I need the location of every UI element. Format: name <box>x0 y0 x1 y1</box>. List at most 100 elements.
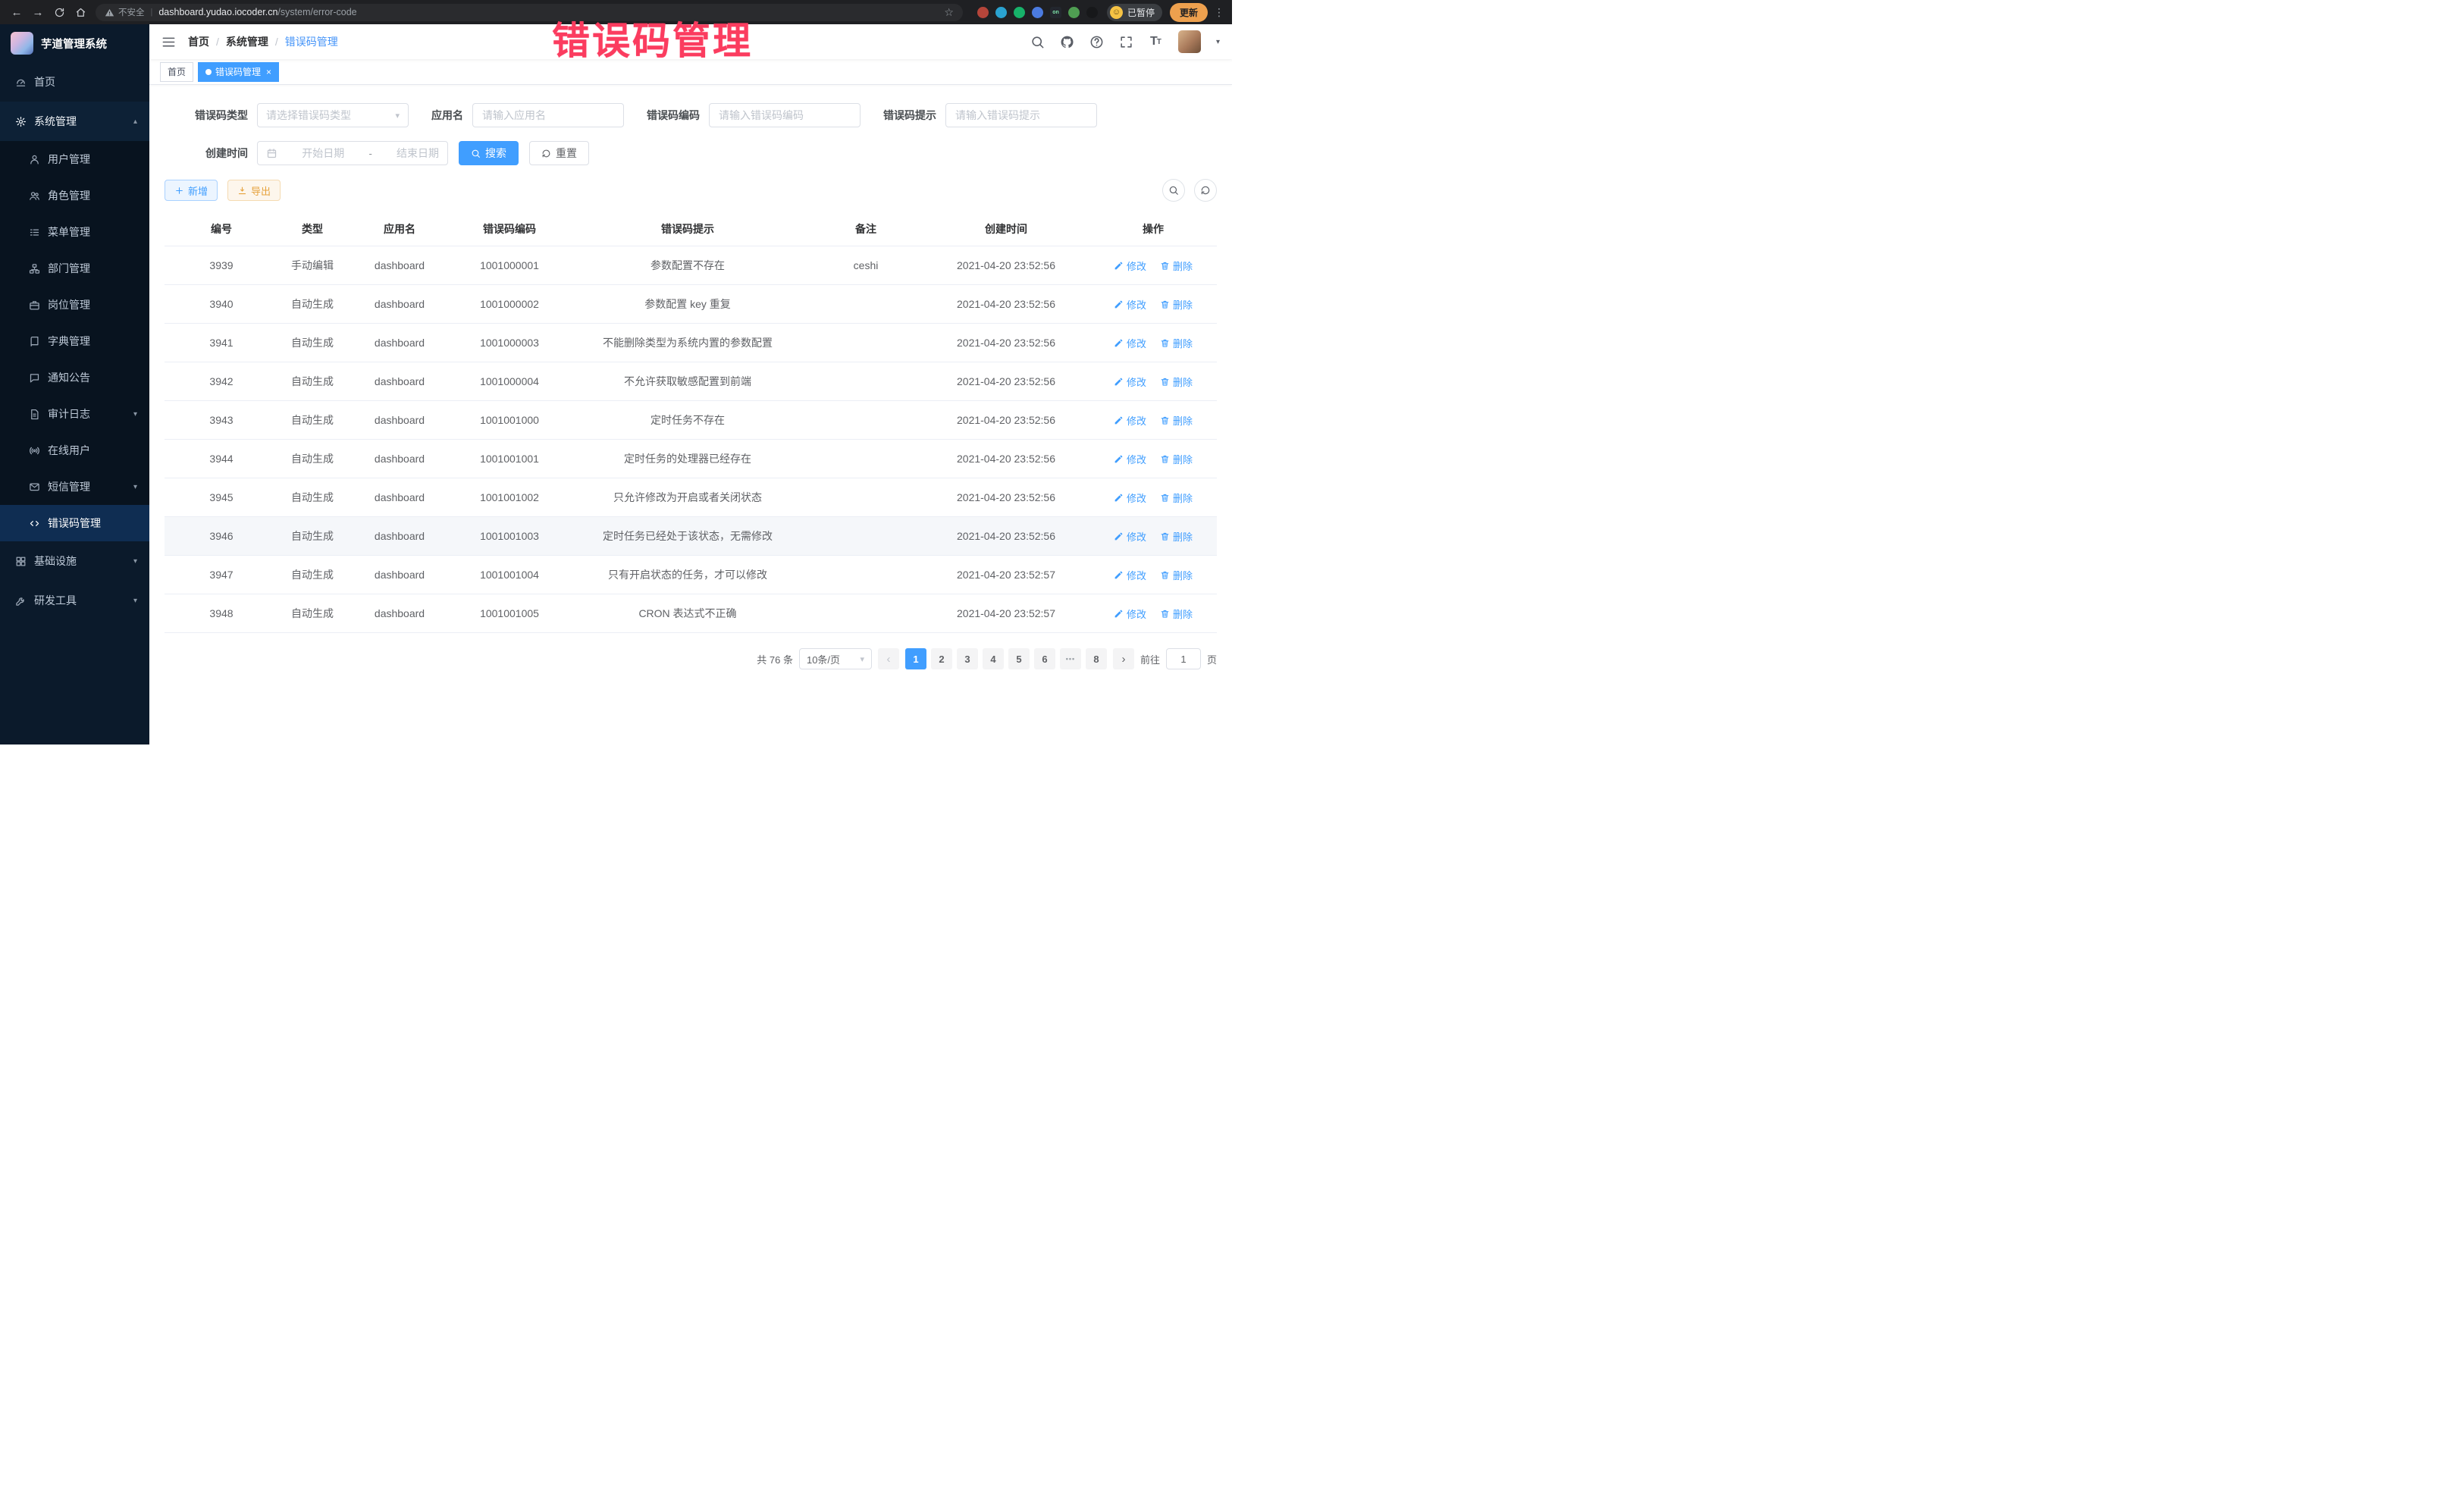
edit-link[interactable]: 修改 <box>1114 413 1146 428</box>
table-row: 3948自动生成dashboard1001001005CRON 表达式不正确20… <box>165 594 1217 633</box>
page-button-8[interactable]: 8 <box>1086 648 1107 669</box>
close-icon[interactable]: × <box>266 67 271 77</box>
toggle-search-button[interactable] <box>1162 179 1185 202</box>
sidebar-item-system[interactable]: 系统管理▴ <box>0 102 149 141</box>
edit-link[interactable]: 修改 <box>1114 529 1146 544</box>
sidebar-item-sms[interactable]: 短信管理▾ <box>0 469 149 505</box>
tag-错误码管理[interactable]: 错误码管理× <box>198 62 279 82</box>
extension-teal-drop-icon[interactable] <box>995 7 1007 18</box>
page-button-3[interactable]: 3 <box>957 648 978 669</box>
delete-link[interactable]: 删除 <box>1160 568 1193 582</box>
edit-link[interactable]: 修改 <box>1114 297 1146 312</box>
page-size-select[interactable]: 10条/页 ▾ <box>799 648 872 669</box>
browser-back-button[interactable]: ← <box>8 3 26 21</box>
user-avatar[interactable] <box>1178 30 1201 53</box>
cell-id: 3945 <box>165 478 278 517</box>
delete-link[interactable]: 删除 <box>1160 491 1193 505</box>
sidebar-item-error-code[interactable]: 错误码管理 <box>0 505 149 541</box>
breadcrumb-item[interactable]: 首页 <box>188 34 209 49</box>
delete-link[interactable]: 删除 <box>1160 413 1193 428</box>
edit-link[interactable]: 修改 <box>1114 336 1146 350</box>
delete-link[interactable]: 删除 <box>1160 452 1193 466</box>
sidebar-item-notice[interactable]: 通知公告 <box>0 359 149 396</box>
menu-label: 字典管理 <box>48 334 90 349</box>
font-size-button[interactable]: TT <box>1149 35 1163 49</box>
browser-reload-button[interactable] <box>50 3 68 21</box>
sidebar-item-user[interactable]: 用户管理 <box>0 141 149 177</box>
page-button-1[interactable]: 1 <box>905 648 926 669</box>
edit-icon <box>1114 415 1124 425</box>
edit-link[interactable]: 修改 <box>1114 452 1146 466</box>
browser-menu-icon[interactable]: ⋮ <box>1214 6 1224 19</box>
sidebar-item-dept[interactable]: 部门管理 <box>0 250 149 287</box>
sidebar-item-post[interactable]: 岗位管理 <box>0 287 149 323</box>
hamburger-icon[interactable] <box>161 35 176 49</box>
browser-forward-button[interactable]: → <box>29 3 47 21</box>
edit-link[interactable]: 修改 <box>1114 607 1146 621</box>
sidebar-item-role[interactable]: 角色管理 <box>0 177 149 214</box>
edit-link[interactable]: 修改 <box>1114 375 1146 389</box>
chevron-down-icon: ▾ <box>133 483 137 491</box>
delete-link[interactable]: 删除 <box>1160 336 1193 350</box>
delete-label: 删除 <box>1173 413 1193 428</box>
delete-link[interactable]: 删除 <box>1160 297 1193 312</box>
extension-blue-grid-icon[interactable] <box>1032 7 1043 18</box>
table-row: 3943自动生成dashboard1001001000定时任务不存在2021-0… <box>165 401 1217 440</box>
error-hint-input[interactable] <box>945 103 1097 127</box>
cell-app: dashboard <box>346 285 453 324</box>
search-button[interactable]: 搜索 <box>459 141 519 165</box>
sidebar-item-menu[interactable]: 菜单管理 <box>0 214 149 250</box>
sidebar-item-home[interactable]: 首页 <box>0 62 149 102</box>
edit-link[interactable]: 修改 <box>1114 491 1146 505</box>
address-bar[interactable]: 不安全 | dashboard.yudao.iocoder.cn /system… <box>96 4 963 21</box>
date-range-separator: - <box>368 148 371 159</box>
sidebar-item-infra[interactable]: 基础设施▾ <box>0 541 149 581</box>
fullscreen-button[interactable] <box>1119 35 1133 49</box>
profile-chip-label: 已暂停 <box>1127 6 1155 19</box>
sidebar-item-online-user[interactable]: 在线用户 <box>0 432 149 469</box>
broadcast-icon <box>29 445 40 456</box>
github-button[interactable] <box>1060 35 1074 49</box>
sidebar-item-devtools[interactable]: 研发工具▾ <box>0 581 149 620</box>
error-code-input[interactable] <box>709 103 861 127</box>
export-button[interactable]: 导出 <box>227 180 281 201</box>
refresh-table-button[interactable] <box>1194 179 1217 202</box>
extension-on-badge-icon[interactable]: on <box>1050 7 1061 18</box>
edit-link[interactable]: 修改 <box>1114 568 1146 582</box>
page-button-•••[interactable]: ••• <box>1060 648 1081 669</box>
page-button-4[interactable]: 4 <box>983 648 1004 669</box>
page-button-2[interactable]: 2 <box>931 648 952 669</box>
error-type-select[interactable]: 请选择错误码类型 ▾ <box>257 103 409 127</box>
add-button[interactable]: 新增 <box>165 180 218 201</box>
reset-button[interactable]: 重置 <box>529 141 589 165</box>
prev-page-button[interactable]: ‹ <box>878 648 899 669</box>
browser-update-button[interactable]: 更新 <box>1170 3 1208 22</box>
breadcrumb-item[interactable]: 系统管理 <box>226 34 268 49</box>
delete-link[interactable]: 删除 <box>1160 607 1193 621</box>
extension-red-circle-icon[interactable] <box>977 7 989 18</box>
app-name-input[interactable] <box>472 103 624 127</box>
page-button-6[interactable]: 6 <box>1034 648 1055 669</box>
create-time-range[interactable]: 开始日期 - 结束日期 <box>257 141 448 165</box>
avatar-caret-icon[interactable]: ▾ <box>1216 38 1220 46</box>
search-button[interactable] <box>1030 35 1045 49</box>
delete-link[interactable]: 删除 <box>1160 529 1193 544</box>
extension-green-leaf-icon[interactable] <box>1068 7 1080 18</box>
extension-green-check-icon[interactable] <box>1014 7 1025 18</box>
extension-black-pin-icon[interactable] <box>1086 7 1098 18</box>
help-button[interactable] <box>1089 35 1104 49</box>
edit-link[interactable]: 修改 <box>1114 259 1146 273</box>
jump-page-input[interactable] <box>1166 648 1201 669</box>
app-logo[interactable]: 芋道管理系统 <box>0 24 149 62</box>
bookmark-star-icon[interactable]: ☆ <box>944 6 954 19</box>
sidebar-item-audit-log[interactable]: 审计日志▾ <box>0 396 149 432</box>
breadcrumb: 首页/系统管理/错误码管理 <box>188 34 338 49</box>
browser-home-button[interactable] <box>71 3 89 21</box>
profile-chip[interactable]: ☺ 已暂停 <box>1107 4 1162 21</box>
delete-link[interactable]: 删除 <box>1160 259 1193 273</box>
sidebar-item-dict[interactable]: 字典管理 <box>0 323 149 359</box>
delete-link[interactable]: 删除 <box>1160 375 1193 389</box>
tag-首页[interactable]: 首页 <box>160 62 193 82</box>
next-page-button[interactable]: › <box>1113 648 1134 669</box>
page-button-5[interactable]: 5 <box>1008 648 1030 669</box>
